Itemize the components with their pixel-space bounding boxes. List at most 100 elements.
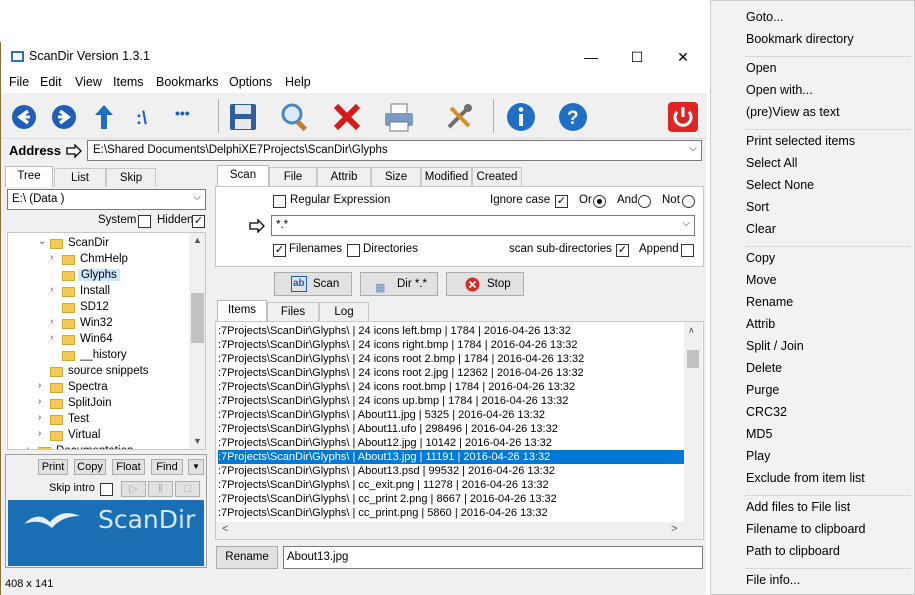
menu-bookmarks[interactable]: Bookmarks [156, 75, 219, 89]
print-button[interactable]: Print [38, 459, 68, 475]
list-item[interactable]: :7Projects\ScanDir\Glyphs\ | cc_exit.png… [218, 478, 549, 492]
menu-view[interactable]: View [75, 75, 102, 89]
tab-scan[interactable]: Scan [217, 165, 269, 186]
chevron-right-icon[interactable]: › [38, 396, 41, 407]
tree-item[interactable]: › SplitJoin [8, 396, 188, 412]
hidden-checkbox[interactable]: ✓ [192, 215, 205, 228]
context-menu-item[interactable]: MD5 [746, 427, 772, 441]
items-list[interactable]: :7Projects\ScanDir\Glyphs\ | 24 icons le… [215, 321, 704, 540]
info-icon[interactable] [504, 100, 538, 134]
context-menu-item[interactable]: Select All [746, 156, 797, 170]
scroll-up-icon[interactable]: ∧ [688, 325, 695, 336]
chevron-right-icon[interactable]: › [38, 428, 41, 439]
address-input[interactable]: E:\Shared Documents\DelphiXE7Projects\Sc… [87, 140, 702, 161]
float-button[interactable]: Float [112, 459, 145, 475]
forward-icon[interactable] [47, 100, 81, 134]
scroll-down-icon[interactable]: ▼ [193, 436, 202, 446]
or-radio[interactable] [593, 195, 606, 208]
not-radio[interactable] [682, 195, 695, 208]
chevron-right-icon[interactable]: › [50, 316, 53, 327]
maximize-button[interactable]: ☐ [614, 42, 660, 72]
list-item[interactable]: :7Projects\ScanDir\Glyphs\ | 24 icons ri… [218, 338, 578, 352]
context-menu-item[interactable]: Purge [746, 383, 779, 397]
context-menu-item[interactable]: Open with... [746, 83, 813, 97]
tree-item[interactable]: source snippets [8, 364, 188, 380]
rename-button[interactable]: Rename [216, 546, 278, 569]
list-item[interactable]: :7Projects\ScanDir\Glyphs\ | cc_print 2.… [218, 492, 557, 506]
menu-options[interactable]: Options [229, 75, 272, 89]
chevron-right-icon[interactable]: › [38, 380, 41, 391]
context-menu-item[interactable]: Exclude from item list [746, 471, 865, 485]
and-radio[interactable] [638, 195, 651, 208]
pause-icon[interactable]: ‖ [148, 481, 173, 497]
list-item[interactable]: :7Projects\ScanDir\Glyphs\ | 24 icons le… [218, 324, 571, 338]
subdirs-checkbox[interactable]: ✓ [616, 244, 629, 257]
scan-button[interactable]: ab Scan [274, 272, 352, 296]
system-checkbox[interactable] [138, 215, 151, 228]
tools-icon[interactable] [442, 100, 476, 134]
scroll-up-icon[interactable]: ▲ [193, 235, 202, 245]
list-item[interactable]: :7Projects\ScanDir\Glyphs\ | About11.ufo… [218, 422, 558, 436]
list-item[interactable]: :7Projects\ScanDir\Glyphs\ | 24 icons ro… [218, 366, 584, 380]
tree-item[interactable]: SD12 [8, 300, 188, 316]
help-icon[interactable]: ? [556, 100, 590, 134]
menu-items[interactable]: Items [113, 75, 144, 89]
delete-icon[interactable] [330, 100, 364, 134]
context-menu-item[interactable]: Sort [746, 200, 769, 214]
tree-item[interactable]: › Virtual [8, 428, 188, 444]
list-item[interactable]: :7Projects\ScanDir\Glyphs\ | About13.jpg… [218, 450, 684, 464]
tab-tree[interactable]: Tree [5, 166, 53, 187]
scrollbar-thumb[interactable] [191, 293, 204, 343]
list-item[interactable]: :7Projects\ScanDir\Glyphs\ | 24 icons up… [218, 394, 568, 408]
dir-button[interactable]: ▦ Dir *.* [360, 272, 438, 296]
context-menu-item[interactable]: Goto... [746, 10, 784, 24]
chevron-right-icon[interactable]: › [38, 412, 41, 423]
folder-tree[interactable]: ⌄ ScanDir › ChmHelp Glyphs › Install SD12 › Win32… [7, 232, 206, 450]
scroll-left-icon[interactable]: < [222, 523, 228, 535]
scrollbar-thumb[interactable] [687, 350, 699, 368]
minimize-button[interactable]: — [568, 42, 614, 72]
chevron-down-icon[interactable]: ⌵ [193, 192, 201, 203]
list-item[interactable]: :7Projects\ScanDir\Glyphs\ | About11.jpg… [218, 408, 545, 422]
tab-file[interactable]: File [269, 167, 317, 186]
menu-edit[interactable]: Edit [40, 75, 62, 89]
find-button[interactable]: Find [151, 459, 183, 475]
tab-attrib[interactable]: Attrib [317, 167, 371, 186]
context-menu-item[interactable]: Print selected items [746, 134, 855, 148]
skip-intro-checkbox[interactable] [100, 483, 113, 496]
title-bar[interactable]: ScanDir Version 1.3.1 — ☐ ✕ [1, 42, 707, 72]
drive-select[interactable]: E:\ (Data ) ⌵ [7, 189, 206, 210]
tree-scrollbar[interactable]: ▲ ▼ [189, 233, 205, 449]
list-item[interactable]: :7Projects\ScanDir\Glyphs\ | About12.jpg… [218, 436, 552, 450]
tree-item[interactable]: Glyphs [8, 268, 188, 284]
context-menu-item[interactable]: CRC32 [746, 405, 787, 419]
tree-item[interactable]: › Spectra [8, 380, 188, 396]
append-checkbox[interactable] [681, 244, 694, 257]
context-menu-item[interactable]: (pre)View as text [746, 105, 840, 119]
context-menu-item[interactable]: Attrib [746, 317, 775, 331]
root-icon[interactable]: :\ [127, 100, 161, 134]
back-icon[interactable] [7, 100, 41, 134]
tree-item[interactable]: › Documentation [8, 444, 188, 449]
tree-item[interactable]: › Install [8, 284, 188, 300]
tab-skip[interactable]: Skip [106, 168, 156, 187]
ignore-case-checkbox[interactable]: ✓ [555, 195, 568, 208]
scroll-right-icon[interactable]: > [671, 523, 677, 535]
tab-log[interactable]: Log [319, 302, 369, 321]
tree-item[interactable]: ⌄ ScanDir [8, 236, 188, 252]
chevron-down-icon[interactable]: ▼ [188, 459, 204, 475]
search-icon[interactable] [278, 100, 312, 134]
regex-checkbox[interactable] [273, 195, 286, 208]
context-menu-item[interactable]: Rename [746, 295, 793, 309]
context-menu-item[interactable]: Play [746, 449, 770, 463]
context-menu-item[interactable]: Select None [746, 178, 814, 192]
tree-item[interactable]: › ChmHelp [8, 252, 188, 268]
items-hscrollbar[interactable]: < > [216, 522, 702, 539]
context-menu-item[interactable]: Path to clipboard [746, 544, 840, 558]
context-menu-item[interactable]: File info... [746, 573, 800, 587]
copy-button[interactable]: Copy [74, 459, 106, 475]
more-icon[interactable]: ••• [175, 105, 209, 139]
tab-size[interactable]: Size [371, 167, 421, 186]
context-menu-item[interactable]: Filename to clipboard [746, 522, 866, 536]
print-icon[interactable] [382, 100, 416, 134]
